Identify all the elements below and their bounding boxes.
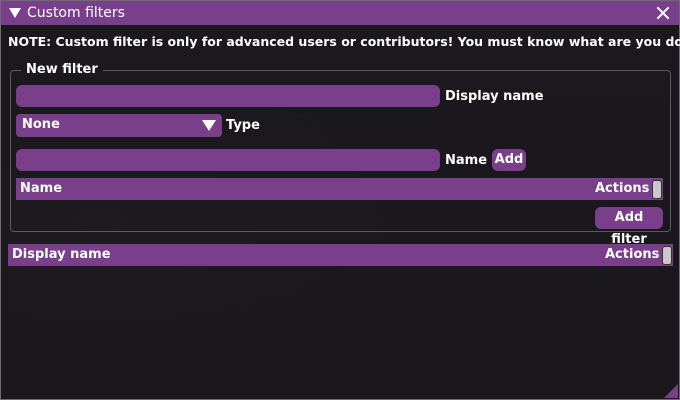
type-selected-value: None <box>22 117 60 132</box>
resize-grip-icon[interactable] <box>664 384 678 398</box>
type-select[interactable]: None <box>16 114 222 137</box>
column-header-actions[interactable]: Actions <box>605 247 659 262</box>
display-name-input[interactable] <box>16 85 440 107</box>
custom-filters-window: Custom filters NOTE: Custom filter is on… <box>0 0 680 400</box>
name-label: Name <box>445 153 488 168</box>
new-filter-table-header: Name Actions <box>16 178 663 200</box>
new-filter-legend: New filter <box>21 62 103 77</box>
title-bar[interactable]: Custom filters <box>1 1 679 25</box>
column-header-name[interactable]: Name <box>20 181 62 196</box>
add-filter-button[interactable]: Add filter <box>595 207 663 247</box>
close-icon[interactable] <box>653 3 673 23</box>
triangle-down-icon[interactable] <box>9 8 21 18</box>
type-label: Type <box>226 118 260 133</box>
filters-table-header: Display name Actions <box>8 244 673 266</box>
chevron-down-icon <box>202 120 216 131</box>
scrollbar[interactable] <box>652 180 662 199</box>
add-button[interactable]: Add <box>492 149 526 171</box>
column-header-actions[interactable]: Actions <box>595 181 649 196</box>
window-title: Custom filters <box>27 5 125 21</box>
scrollbar[interactable] <box>662 246 672 265</box>
warning-note: NOTE: Custom filter is only for advanced… <box>8 34 680 49</box>
name-input[interactable] <box>16 149 440 171</box>
display-name-label: Display name <box>445 89 544 104</box>
column-header-display-name[interactable]: Display name <box>12 247 111 262</box>
